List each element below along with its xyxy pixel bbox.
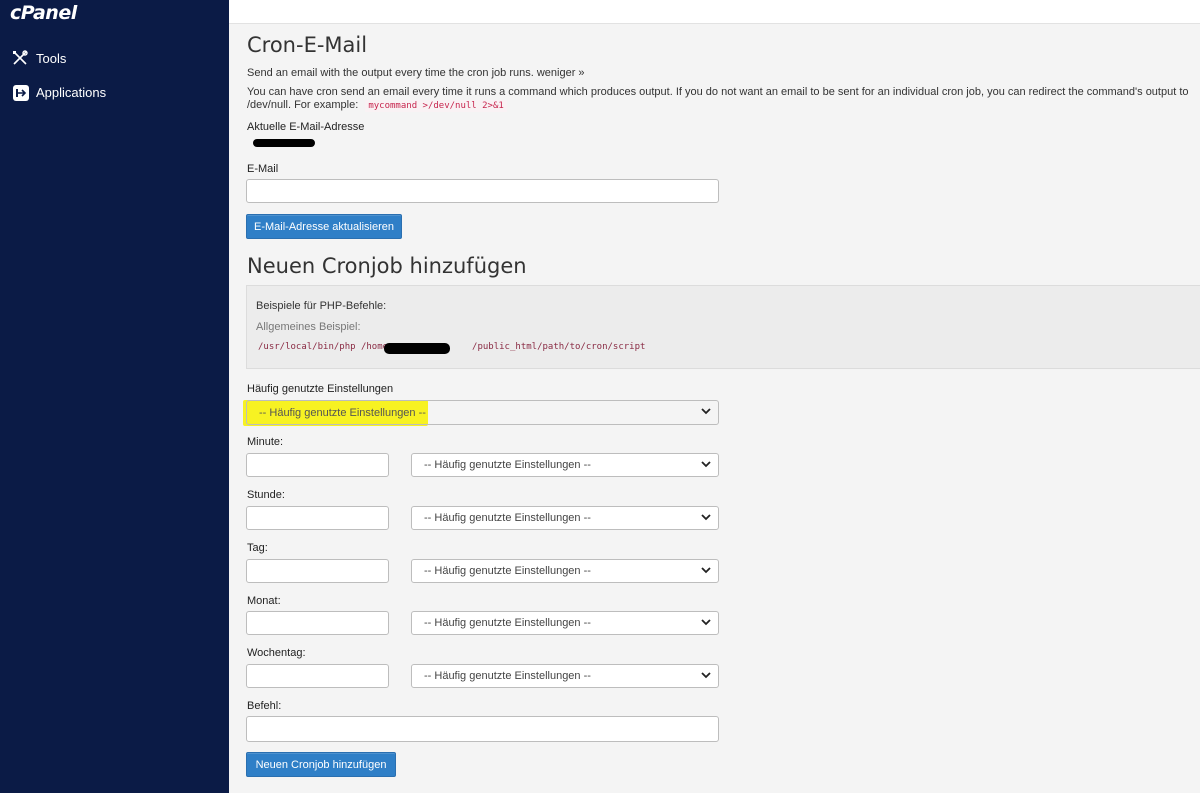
common-settings-label: Häufig genutzte Einstellungen xyxy=(247,383,394,395)
day-select[interactable]: -- Häufig genutzte Einstellungen -- xyxy=(411,559,719,583)
minute-select[interactable]: -- Häufig genutzte Einstellungen -- xyxy=(411,453,719,477)
sidebar: cPanel Tools Applications xyxy=(0,0,229,793)
redacted-email xyxy=(253,139,315,147)
example-command-start: /usr/local/bin/php /home xyxy=(258,342,389,352)
page-title: Cron-E-Mail xyxy=(247,33,368,57)
example-command-end: /public_html/path/to/cron/script xyxy=(472,342,646,352)
month-select-value: -- Häufig genutzte Einstellungen -- xyxy=(424,617,591,629)
add-cronjob-title: Neuen Cronjob hinzufügen xyxy=(247,254,527,278)
example-command: /usr/local/bin/php /home/public_html/pat… xyxy=(258,342,645,352)
common-settings-select[interactable]: -- Häufig genutzte Einstellungen -- xyxy=(246,400,719,425)
applications-icon xyxy=(12,84,29,101)
weekday-select[interactable]: -- Häufig genutzte Einstellungen -- xyxy=(411,664,719,688)
cpanel-logo[interactable]: cPanel xyxy=(10,2,77,24)
chevron-down-icon xyxy=(701,461,711,468)
current-email-label: Aktuelle E-Mail-Adresse xyxy=(247,121,365,133)
main-content: Cron-E-Mail Send an email with the outpu… xyxy=(229,24,1200,793)
email-description-text: Send an email with the output every time… xyxy=(247,67,534,79)
month-input[interactable] xyxy=(246,611,389,635)
example-code: mycommand >/dev/null 2>&1 xyxy=(365,100,507,112)
sidebar-item-label: Applications xyxy=(36,84,107,100)
weekday-select-value: -- Häufig genutzte Einstellungen -- xyxy=(424,670,591,682)
weekday-label: Wochentag: xyxy=(247,647,306,659)
toggle-details-link[interactable]: weniger » xyxy=(537,67,585,79)
tools-icon xyxy=(12,50,28,66)
command-input[interactable] xyxy=(246,716,719,742)
chevron-down-icon xyxy=(701,567,711,574)
redacted-username xyxy=(384,343,450,354)
minute-label: Minute: xyxy=(247,436,284,448)
command-label: Befehl: xyxy=(247,700,282,712)
php-examples-box: Beispiele für PHP-Befehle: Allgemeines B… xyxy=(246,285,1200,369)
day-input[interactable] xyxy=(246,559,389,583)
day-label: Tag: xyxy=(247,542,268,554)
hour-select[interactable]: -- Häufig genutzte Einstellungen -- xyxy=(411,506,719,530)
chevron-down-icon xyxy=(701,514,711,521)
weekday-input[interactable] xyxy=(246,664,389,688)
month-select[interactable]: -- Häufig genutzte Einstellungen -- xyxy=(411,611,719,635)
email-field[interactable] xyxy=(246,179,719,203)
sidebar-item-label: Tools xyxy=(36,50,67,66)
add-cronjob-button[interactable]: Neuen Cronjob hinzufügen xyxy=(246,752,396,777)
hour-label: Stunde: xyxy=(247,489,285,501)
email-description: Send an email with the output every time… xyxy=(247,67,585,79)
sidebar-item-tools[interactable]: Tools xyxy=(12,50,66,66)
sidebar-item-applications[interactable]: Applications xyxy=(12,84,107,101)
minute-input[interactable] xyxy=(246,453,389,477)
chevron-down-icon xyxy=(701,408,711,415)
chevron-down-icon xyxy=(701,619,711,626)
month-label: Monat: xyxy=(247,595,281,607)
minute-select-value: -- Häufig genutzte Einstellungen -- xyxy=(424,459,591,471)
common-settings-select-value: -- Häufig genutzte Einstellungen -- xyxy=(259,407,426,419)
examples-title: Beispiele für PHP-Befehle: xyxy=(256,300,387,312)
top-bar xyxy=(229,0,1200,24)
examples-subtitle: Allgemeines Beispiel: xyxy=(256,321,361,333)
email-field-label: E-Mail xyxy=(247,163,279,175)
chevron-down-icon xyxy=(701,672,711,679)
hour-select-value: -- Häufig genutzte Einstellungen -- xyxy=(424,512,591,524)
hour-input[interactable] xyxy=(246,506,389,530)
day-select-value: -- Häufig genutzte Einstellungen -- xyxy=(424,565,591,577)
email-details: You can have cron send an email every ti… xyxy=(247,86,1192,113)
update-email-button[interactable]: E-Mail-Adresse aktualisieren xyxy=(246,214,402,239)
